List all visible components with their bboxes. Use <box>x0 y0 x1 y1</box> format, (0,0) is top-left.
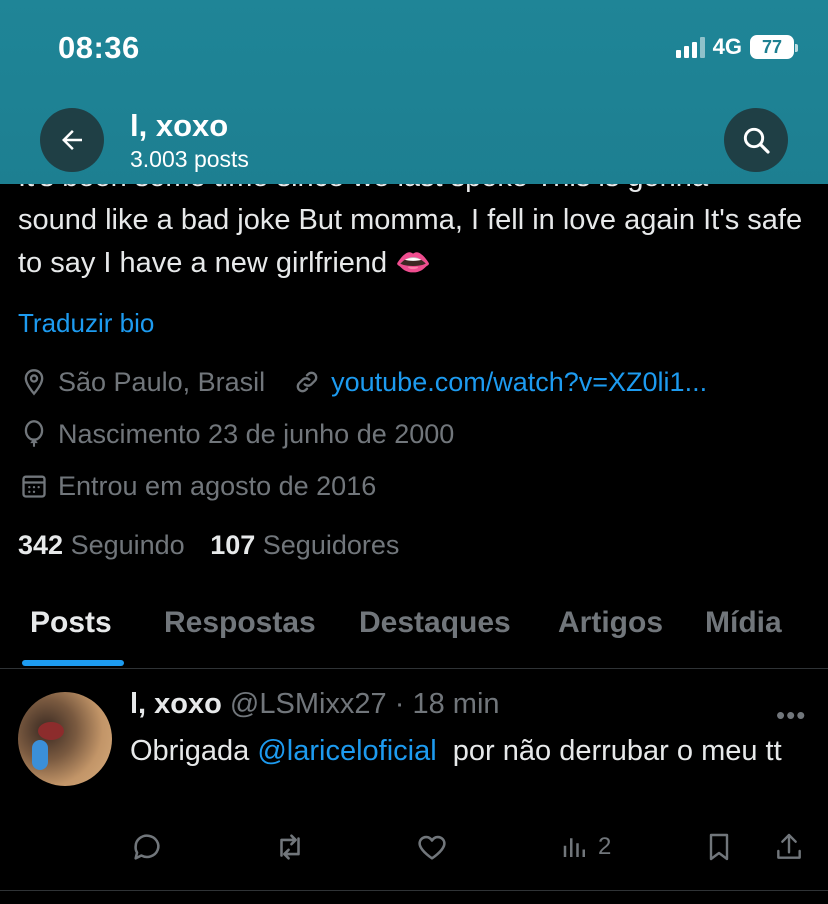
tweet-text-after: por não derrubar o meu tt <box>436 735 782 767</box>
tweet-text: Obrigada @lariceloficial por não derruba… <box>130 730 790 773</box>
share-button[interactable] <box>773 830 805 864</box>
tab-articles[interactable]: Artigos <box>558 606 663 640</box>
follow-stats: 342 Seguindo 107 Seguidores <box>18 530 399 561</box>
bookmark-icon <box>709 833 729 861</box>
repost-button[interactable] <box>272 830 308 864</box>
search-icon <box>743 127 770 154</box>
profile-website-link[interactable]: youtube.com/watch?v=XZ0li1... <box>331 367 707 398</box>
bookmark-button[interactable] <box>703 830 735 864</box>
location-text: São Paulo, Brasil <box>58 366 266 397</box>
joined-date-text: Entrou em agosto de 2016 <box>58 470 377 501</box>
tweet-author-handle[interactable]: @LSMixx27 <box>230 688 387 720</box>
profile-meta-birth-row: Nascimento 23 de junho de 2000 <box>18 418 454 450</box>
avatar[interactable] <box>18 692 112 786</box>
network-type: 4G <box>712 34 742 59</box>
back-button[interactable] <box>40 108 104 172</box>
bar-chart-icon <box>563 838 585 857</box>
tweet-header: l, xoxo @LSMixx27 · 18 min <box>130 688 500 721</box>
profile-meta-location-row: São Paulo, Brasil youtube.com/watch?v=XZ… <box>18 366 707 398</box>
profile-name: l, xoxo <box>130 108 229 143</box>
followers-count: 107 <box>210 530 256 560</box>
calendar-icon <box>18 470 50 502</box>
views-button[interactable]: 2 <box>560 830 611 864</box>
profile-tabs: Posts Respostas Destaques Artigos Mídia <box>0 598 828 669</box>
tweet-mention-link[interactable]: @lariceloficial <box>257 735 436 767</box>
following-link[interactable]: 342 Seguindo <box>18 530 185 560</box>
status-indicators: 4G 77 <box>675 34 798 60</box>
status-time: 08:36 <box>58 30 140 65</box>
location-pin-icon <box>18 366 50 398</box>
tweet-author-name[interactable]: l, xoxo <box>130 688 222 720</box>
lips-emoji: 👄 <box>395 247 432 279</box>
tweet-timestamp: · 18 min <box>394 688 500 720</box>
following-label: Seguindo <box>70 530 185 560</box>
views-count: 2 <box>598 833 612 860</box>
battery-level: 77 <box>761 36 783 57</box>
followers-link[interactable]: 107 Seguidores <box>210 530 399 560</box>
divider <box>0 890 828 891</box>
repost-icon <box>280 834 300 860</box>
tab-highlights[interactable]: Destaques <box>359 606 511 640</box>
tweet-text-before: Obrigada <box>130 735 258 767</box>
link-icon <box>291 366 323 398</box>
profile-meta-joined-row: Entrou em agosto de 2016 <box>18 470 376 502</box>
battery-icon: 77 <box>750 35 798 59</box>
reply-button[interactable] <box>130 830 164 864</box>
share-icon <box>777 833 801 859</box>
search-button[interactable] <box>724 108 788 172</box>
heart-icon <box>418 835 446 860</box>
following-count: 342 <box>18 530 64 560</box>
tab-media[interactable]: Mídia <box>705 606 782 640</box>
balloon-icon <box>18 418 50 450</box>
like-button[interactable] <box>415 830 449 864</box>
birth-date-text: Nascimento 23 de junho de 2000 <box>58 418 455 449</box>
reply-icon <box>134 834 160 860</box>
tab-replies[interactable]: Respostas <box>164 606 316 640</box>
profile-header: 08:36 4G 77 l, xoxo 3.003 posts <box>0 0 828 184</box>
tab-posts[interactable]: Posts <box>30 606 112 640</box>
post-count: 3.003 posts <box>130 146 249 172</box>
arrow-left-icon <box>62 130 82 150</box>
signal-icon <box>675 36 705 58</box>
active-tab-indicator <box>22 660 124 666</box>
translate-bio-link[interactable]: Traduzir bio <box>18 308 154 339</box>
followers-label: Seguidores <box>262 530 400 560</box>
more-options-icon[interactable]: ••• <box>776 700 806 731</box>
